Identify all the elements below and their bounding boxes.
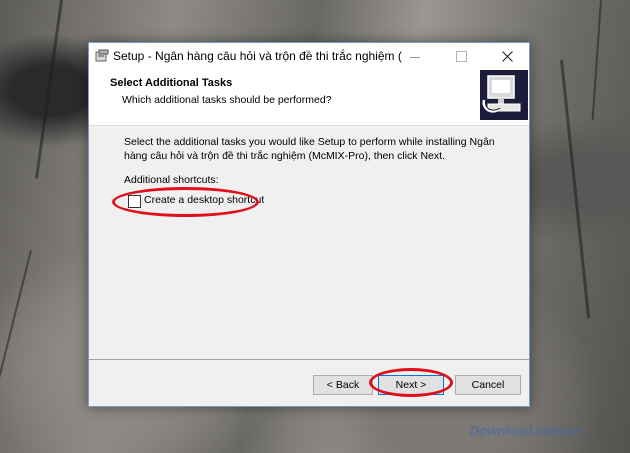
setup-app-icon — [95, 49, 109, 62]
close-icon — [501, 51, 513, 62]
page-title: Select Additional Tasks — [110, 77, 233, 89]
task-description: Select the additional tasks you would li… — [124, 136, 495, 162]
back-button[interactable]: < Back — [313, 375, 373, 395]
minimize-icon — [410, 57, 420, 58]
title-bar[interactable]: Setup - Ngân hàng câu hỏi và trộn đề thi… — [89, 43, 529, 70]
watermark-text: Download.com.vn — [470, 423, 582, 438]
next-button[interactable]: Next > — [378, 375, 444, 395]
footer-divider — [89, 359, 529, 360]
maximize-button[interactable] — [438, 43, 484, 70]
shortcuts-label: Additional shortcuts: — [124, 174, 219, 186]
minimize-button[interactable] — [392, 43, 438, 70]
rock-crack — [560, 59, 591, 319]
desktop-shortcut-checkbox[interactable] — [128, 195, 141, 208]
setup-window: Setup - Ngân hàng câu hỏi và trộn đề thi… — [88, 42, 530, 407]
rock-crack — [34, 0, 63, 179]
rock-crack — [591, 0, 602, 120]
window-title: Setup - Ngân hàng câu hỏi và trộn đề thi… — [113, 49, 403, 63]
page-subtitle: Which additional tasks should be perform… — [122, 94, 332, 106]
maximize-icon — [455, 51, 467, 62]
desktop-shortcut-label[interactable]: Create a desktop shortcut — [144, 194, 264, 206]
cancel-button[interactable]: Cancel — [455, 375, 521, 395]
wizard-header: Select Additional Tasks Which additional… — [89, 70, 529, 126]
setup-computer-icon — [480, 70, 528, 120]
rock-crack — [0, 250, 32, 445]
close-button[interactable] — [484, 43, 530, 70]
